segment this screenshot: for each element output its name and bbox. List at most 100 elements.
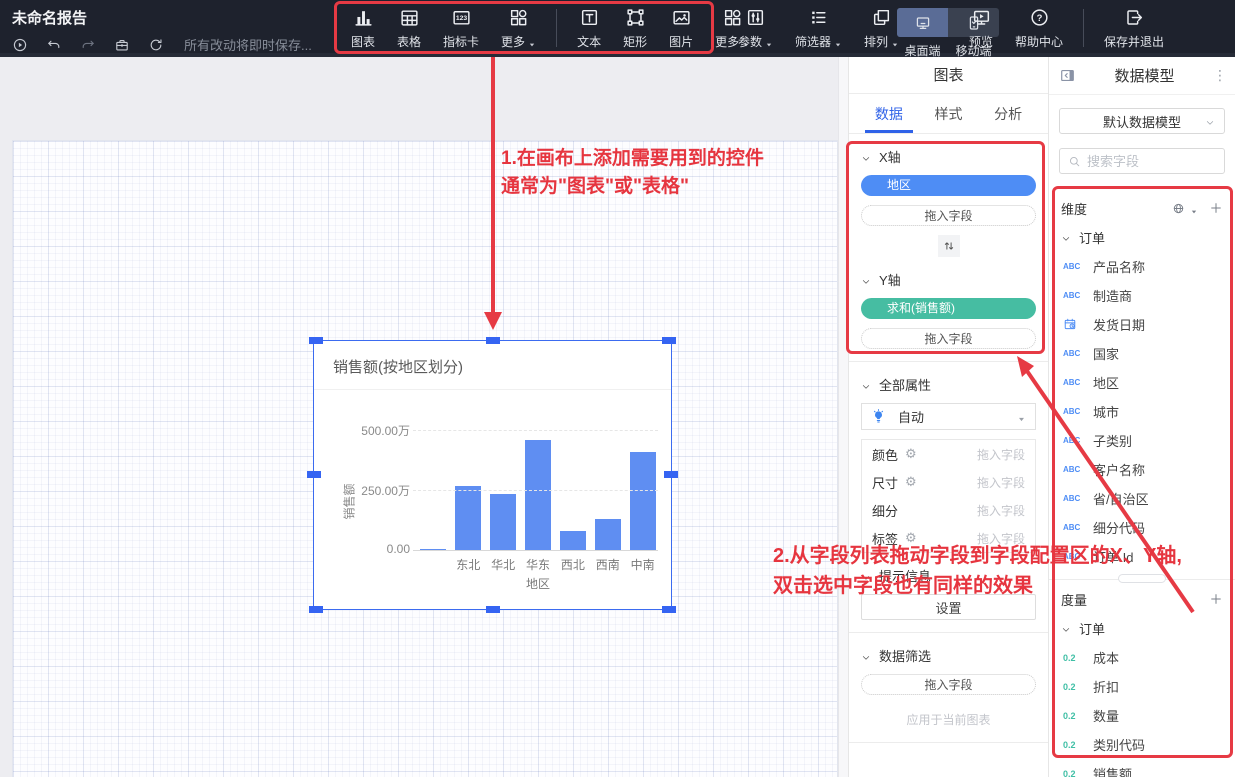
y-axis-field-pill[interactable]: 求和(销售额) — [861, 298, 1036, 319]
field-item-数量[interactable]: 0.2数量 — [1049, 701, 1235, 730]
report-title[interactable]: 未命名报告 — [12, 7, 312, 28]
redo-button[interactable] — [80, 37, 96, 53]
swap-axes-button[interactable] — [938, 235, 960, 257]
app-window: 未命名报告 所有改动将即时保存... 图表表格123指标卡更多文本矩形图片更多 … — [0, 0, 1235, 777]
attribute-row-颜色: 颜色⚙拖入字段 — [862, 440, 1035, 468]
field-item-类别代码[interactable]: 0.2类别代码 — [1049, 730, 1235, 759]
field-item-制造商[interactable]: ABC制造商 — [1049, 281, 1235, 310]
panel-menu-icon[interactable]: ⋮ — [1213, 67, 1225, 84]
chart-title: 销售额(按地区划分) — [333, 356, 463, 377]
resize-handle[interactable] — [664, 471, 678, 478]
gear-icon[interactable]: ⚙ — [905, 446, 917, 462]
field-item-客户名称[interactable]: ABC客户名称 — [1049, 455, 1235, 484]
filter-drop-zone[interactable]: 拖入字段 — [861, 674, 1036, 695]
attribute-row-label: 细分 — [872, 501, 898, 520]
preview-button[interactable]: 预览 — [958, 7, 1004, 50]
field-name: 城市 — [1093, 402, 1119, 421]
toolbar-button-label: 矩形 — [623, 33, 647, 50]
resize-handle[interactable] — [486, 337, 500, 344]
field-search-input[interactable] — [1087, 154, 1216, 169]
collapse-panel-icon[interactable] — [1059, 67, 1076, 84]
resize-handle[interactable] — [309, 337, 323, 344]
bar[interactable] — [525, 440, 551, 550]
field-item-细分代码[interactable]: ABC细分代码 — [1049, 513, 1235, 542]
widget-button-group: 图表表格123指标卡更多文本矩形图片更多 — [340, 7, 761, 50]
bar[interactable] — [595, 519, 621, 550]
config-panel-tabs: 数据样式分析 — [849, 94, 1048, 134]
save-exit-button[interactable]: 保存并退出 — [1093, 7, 1175, 50]
field-item-地区[interactable]: ABC地区 — [1049, 368, 1235, 397]
bar[interactable] — [560, 531, 586, 550]
bar[interactable] — [455, 486, 481, 550]
attribute-drop-zone[interactable]: 拖入字段 — [977, 474, 1025, 491]
more-widgets-button[interactable]: 更多 — [490, 7, 547, 50]
add-image-button[interactable]: 图片 — [658, 7, 704, 50]
resize-handle[interactable] — [662, 337, 676, 344]
filter-label: 数据筛选 — [879, 646, 931, 665]
action-button-group: 预览?帮助中心保存并退出 — [958, 7, 1175, 50]
help-circle-icon: ? — [1029, 7, 1050, 28]
field-item-产品名称[interactable]: ABC产品名称 — [1049, 252, 1235, 281]
x-axis-field-pill[interactable]: 地区 — [861, 175, 1036, 196]
attribute-drop-zone[interactable]: 拖入字段 — [977, 502, 1025, 519]
field-item-销售额[interactable]: 0.2销售额 — [1049, 759, 1235, 777]
chart-widget[interactable]: 销售额(按地区划分) 销售额 东北华北华东西北西南中南 地区 500.00万25… — [313, 340, 672, 610]
bar[interactable] — [490, 494, 516, 550]
attribute-drop-zone[interactable]: 拖入字段 — [977, 530, 1025, 547]
toolbox-button[interactable] — [114, 37, 130, 53]
table-icon — [399, 7, 420, 28]
gear-icon[interactable]: ⚙ — [905, 530, 917, 546]
tab-数据[interactable]: 数据 — [859, 94, 919, 133]
bar[interactable] — [420, 549, 446, 550]
add-measure-icon[interactable] — [1209, 592, 1223, 606]
add-rectangle-button[interactable]: 矩形 — [612, 7, 658, 50]
help-center-button[interactable]: ?帮助中心 — [1004, 7, 1074, 50]
attribute-mode-select[interactable]: 自动 — [861, 403, 1036, 430]
attributes-label: 全部属性 — [879, 375, 931, 394]
filters-button[interactable]: 筛选器 — [784, 7, 853, 50]
resize-handle[interactable] — [309, 606, 323, 613]
field-item-发货日期[interactable]: 发货日期 — [1049, 310, 1235, 339]
add-dimension-icon[interactable] — [1209, 201, 1223, 215]
parameters-button[interactable]: 参数 — [727, 7, 784, 50]
field-item-订单 Id[interactable]: ABC订单 Id — [1049, 542, 1235, 571]
undo-button[interactable] — [46, 37, 62, 53]
canvas-scrollbar[interactable] — [838, 57, 848, 777]
caret-down-icon[interactable] — [1190, 204, 1198, 212]
data-model-select[interactable]: 默认数据模型 — [1059, 108, 1225, 134]
resize-handle[interactable] — [1118, 574, 1166, 583]
attribute-row-label: 尺寸 — [872, 473, 898, 492]
x-axis-drop-zone[interactable]: 拖入字段 — [861, 205, 1036, 226]
field-item-国家[interactable]: ABC国家 — [1049, 339, 1235, 368]
refresh-button[interactable] — [148, 37, 164, 53]
chevron-down-icon — [861, 651, 871, 661]
add-chart-button[interactable]: 图表 — [340, 7, 386, 50]
globe-icon[interactable] — [1172, 202, 1185, 215]
add-table-button[interactable]: 表格 — [386, 7, 432, 50]
measures-group[interactable]: 订单 — [1049, 613, 1235, 643]
field-item-子类别[interactable]: ABC子类别 — [1049, 426, 1235, 455]
field-item-省/自治区[interactable]: ABC省/自治区 — [1049, 484, 1235, 513]
resize-handle[interactable] — [307, 471, 321, 478]
x-axis-tick-label: 西北 — [555, 556, 590, 573]
history-button[interactable] — [12, 37, 28, 53]
field-item-折扣[interactable]: 0.2折扣 — [1049, 672, 1235, 701]
tab-分析[interactable]: 分析 — [978, 94, 1038, 133]
field-name: 订单 Id — [1093, 547, 1133, 566]
dimensions-group[interactable]: 订单 — [1049, 222, 1235, 252]
tooltip-settings-button[interactable]: 设置 — [861, 594, 1036, 620]
resize-handle[interactable] — [662, 606, 676, 613]
chevron-down-icon — [861, 380, 871, 390]
tab-样式[interactable]: 样式 — [919, 94, 979, 133]
resize-handle[interactable] — [486, 606, 500, 613]
gear-icon[interactable]: ⚙ — [905, 474, 917, 490]
field-item-成本[interactable]: 0.2成本 — [1049, 643, 1235, 672]
desktop-view-toggle[interactable] — [897, 8, 948, 37]
add-text-button[interactable]: 文本 — [566, 7, 612, 50]
y-axis-drop-zone[interactable]: 拖入字段 — [861, 328, 1036, 349]
bar[interactable] — [630, 452, 656, 550]
add-kpi-card-button[interactable]: 123指标卡 — [432, 7, 490, 50]
canvas-area[interactable]: 销售额(按地区划分) 销售额 东北华北华东西北西南中南 地区 500.00万25… — [0, 57, 838, 777]
field-item-城市[interactable]: ABC城市 — [1049, 397, 1235, 426]
attribute-drop-zone[interactable]: 拖入字段 — [977, 446, 1025, 463]
